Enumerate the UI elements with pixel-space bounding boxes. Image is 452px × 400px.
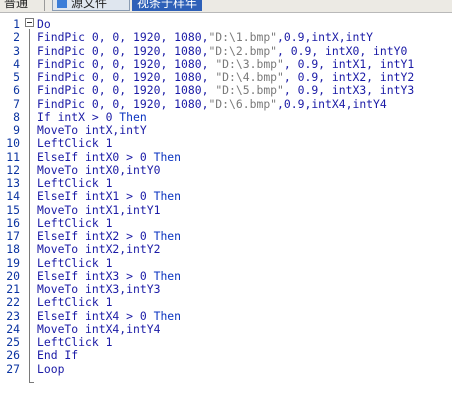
fold-guide-line [29, 29, 30, 382]
line-number: 20 [6, 268, 20, 283]
source-file-icon [57, 0, 67, 8]
code-text: End If [37, 348, 79, 363]
code-text: LeftClick 1 [37, 176, 113, 190]
tab-separator [44, 0, 45, 11]
line-number: 7 [13, 96, 20, 111]
code-text: FindPic 0, 0, 1920, 1080,"D:\6.bmp",0.9,… [37, 96, 387, 111]
line-number: 9 [13, 123, 20, 137]
fold-end-marker [29, 382, 34, 383]
code-text: LeftClick 1 [37, 295, 113, 310]
code-text: FindPic 0, 0, 1920, 1080,"D:\1.bmp",0.9,… [37, 30, 374, 45]
code-text: ElseIf intX4 > 0 Then [37, 308, 182, 323]
code-text: MoveTo intX2,intY2 [37, 242, 161, 257]
code-text: Loop [37, 361, 65, 376]
line-number: 15 [6, 202, 20, 217]
fold-margin [24, 13, 36, 400]
code-text: MoveTo intX4,intY4 [37, 321, 161, 336]
line-number: 5 [13, 70, 20, 84]
line-number: 3 [13, 43, 20, 58]
line-number: 25 [6, 335, 20, 349]
tab-source-label: 源文件 [71, 0, 108, 10]
code-text: ElseIf intX0 > 0 Then [37, 149, 182, 164]
line-number: 10 [6, 136, 20, 151]
line-number: 17 [6, 229, 20, 243]
code-text: FindPic 0, 0, 1920, 1080, "D:\4.bmp", 0.… [37, 70, 415, 84]
tab-strip: 普通 源文件 视条于样年 [0, 0, 452, 13]
code-text: LeftClick 1 [37, 335, 113, 349]
code-text: FindPic 0, 0, 1920, 1080,"D:\2.bmp", 0.9… [37, 43, 408, 58]
line-number: 16 [6, 215, 20, 230]
code-text: ElseIf intX3 > 0 Then [37, 268, 182, 283]
line-number: 14 [6, 189, 20, 204]
tab-source-file[interactable]: 源文件 [52, 0, 130, 11]
line-number: 12 [6, 162, 20, 177]
code-text: FindPic 0, 0, 1920, 1080, "D:\5.bmp", 0.… [37, 83, 415, 98]
line-number: 24 [6, 321, 20, 336]
code-text: FindPic 0, 0, 1920, 1080, "D:\3.bmp", 0.… [37, 56, 415, 71]
tab-normal[interactable]: 普通 [4, 0, 28, 11]
code-text: MoveTo intX,intY [37, 123, 147, 137]
code-text: LeftClick 1 [37, 215, 113, 230]
code-text: MoveTo intX3,intY3 [37, 282, 161, 296]
line-number: 27 [6, 361, 20, 376]
line-number: 6 [13, 83, 20, 98]
line-number: 21 [6, 282, 20, 296]
line-number: 8 [13, 109, 20, 124]
line-number: 26 [6, 348, 20, 363]
code-text: ElseIf intX1 > 0 Then [37, 189, 182, 204]
line-number: 23 [6, 308, 20, 323]
line-number: 18 [6, 242, 20, 257]
code-text: ElseIf intX2 > 0 Then [37, 229, 182, 243]
line-number: 4 [13, 56, 20, 71]
code-text: LeftClick 1 [37, 255, 113, 270]
code-text: MoveTo intX1,intY1 [37, 202, 161, 217]
line-number: 1 [13, 17, 20, 31]
code-text: If intX > 0 Then [37, 109, 147, 124]
code-text: LeftClick 1 [37, 136, 113, 151]
line-number: 19 [6, 255, 20, 270]
line-number: 11 [6, 149, 20, 164]
line-number: 2 [13, 30, 20, 45]
code-text: MoveTo intX0,intY0 [37, 162, 161, 177]
code-text: Do [37, 17, 51, 31]
fold-collapse-icon[interactable] [25, 18, 34, 27]
tab-view[interactable]: 视条于样年 [132, 0, 203, 11]
line-number: 13 [6, 176, 20, 190]
line-number: 22 [6, 295, 20, 310]
